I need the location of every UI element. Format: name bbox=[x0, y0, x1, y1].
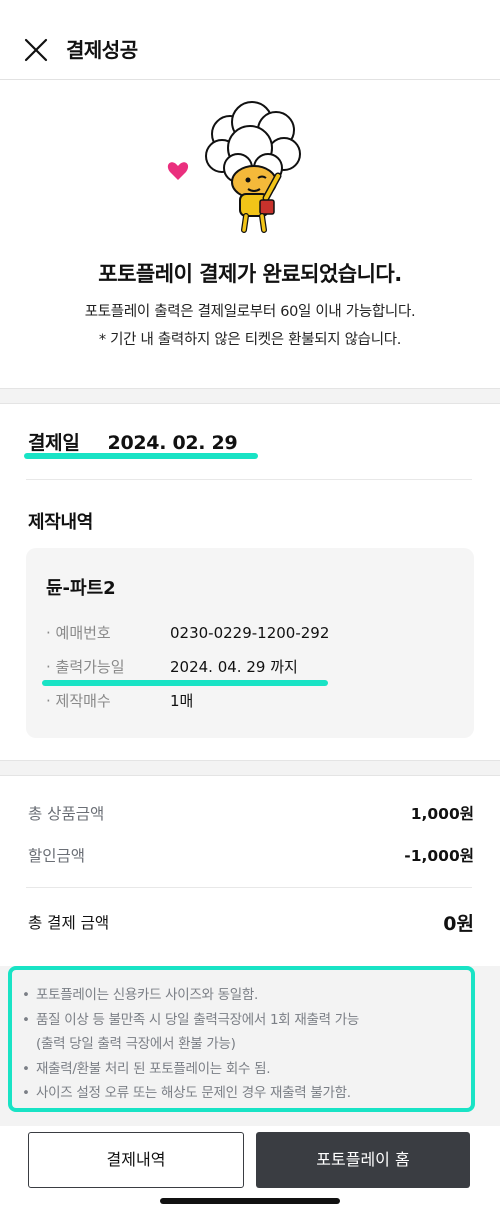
total-label: 총 결제 금액 bbox=[28, 914, 110, 932]
payment-date-value: 2024. 02. 29 bbox=[107, 432, 238, 454]
production-section-title: 제작내역 bbox=[28, 512, 94, 533]
page-title: 결제성공 bbox=[66, 38, 138, 62]
quantity-value: 1매 bbox=[170, 692, 194, 710]
notice-box: • 포토플레이는 신용카드 사이즈와 동일함. • 품질 이상 등 불만족 시 당일… bbox=[8, 966, 475, 1112]
print-deadline-value: 2024. 04. 29 까지 bbox=[170, 658, 298, 676]
section-divider bbox=[0, 760, 500, 776]
close-icon bbox=[24, 38, 48, 62]
close-button[interactable] bbox=[22, 36, 50, 64]
quantity-row: · 제작매수 1매 bbox=[46, 690, 193, 711]
subtotal-value: 1,000원 bbox=[410, 805, 474, 823]
success-hero: 포토플레이 결제가 완료되었습니다. 포토플레이 출력은 결제일로부터 60일 … bbox=[0, 80, 500, 388]
top-bar: 결제성공 bbox=[0, 0, 500, 80]
notice-item: • 포토플레이는 신용카드 사이즈와 동일함. bbox=[22, 987, 259, 1003]
popcorn-mascot-heart-icon bbox=[167, 101, 301, 233]
payment-date-label: 결제일 bbox=[28, 432, 80, 454]
photoplay-home-button[interactable]: 포토플레이 홈 bbox=[256, 1132, 470, 1188]
discount-value: -1,000원 bbox=[404, 847, 474, 865]
divider bbox=[26, 479, 472, 480]
notice-item: • 품질 이상 등 불만족 시 당일 출력극장에서 1회 재출력 가능 bbox=[22, 1011, 359, 1028]
subtotal-label: 총 상품금액 bbox=[28, 805, 105, 823]
discount-label: 할인금액 bbox=[28, 847, 86, 865]
booking-number-value: 0230-0229-1200-292 bbox=[170, 624, 330, 642]
quantity-label: · 제작매수 bbox=[46, 692, 111, 710]
ticket-card: 듄-파트2 · 예매번호 0230-0229-1200-292 · 출력가능일 20… bbox=[26, 548, 474, 738]
payment-date: 결제일 2024. 02. 29 bbox=[28, 428, 238, 455]
payment-history-button[interactable]: 결제내역 bbox=[28, 1132, 244, 1188]
booking-number-label: · 예매번호 bbox=[46, 624, 111, 642]
notice-section: • 포토플레이는 신용카드 사이즈와 동일함. • 품질 이상 등 불만족 시 당일… bbox=[0, 966, 500, 1126]
success-title: 포토플레이 결제가 완료되었습니다. bbox=[98, 262, 402, 286]
notice-item: • 재출력/환불 처리 된 포토플레이는 회수 됨. bbox=[22, 1060, 271, 1077]
print-deadline-highlight bbox=[42, 680, 328, 686]
section-divider bbox=[0, 388, 500, 404]
total-value: 0원 bbox=[443, 913, 474, 935]
refund-notice: * 기간 내 출력하지 않은 티켓은 환불되지 않습니다. bbox=[98, 332, 402, 348]
divider bbox=[26, 887, 472, 888]
notice-item-continuation: (출력 당일 출력 극장에서 환불 가능) bbox=[36, 1036, 236, 1052]
payment-date-highlight bbox=[24, 453, 258, 459]
booking-number-row: · 예매번호 0230-0229-1200-292 bbox=[46, 622, 329, 643]
ticket-name: 듄-파트2 bbox=[46, 578, 116, 599]
print-deadline-label: · 출력가능일 bbox=[46, 658, 125, 676]
home-indicator bbox=[160, 1198, 340, 1204]
print-deadline-row: · 출력가능일 2024. 04. 29 까지 bbox=[46, 656, 298, 677]
notice-item: • 사이즈 설정 오류 또는 해상도 문제인 경우 재출력 불가함. bbox=[22, 1085, 351, 1101]
success-subtitle: 포토플레이 출력은 결제일로부터 60일 이내 가능합니다. bbox=[84, 304, 416, 320]
